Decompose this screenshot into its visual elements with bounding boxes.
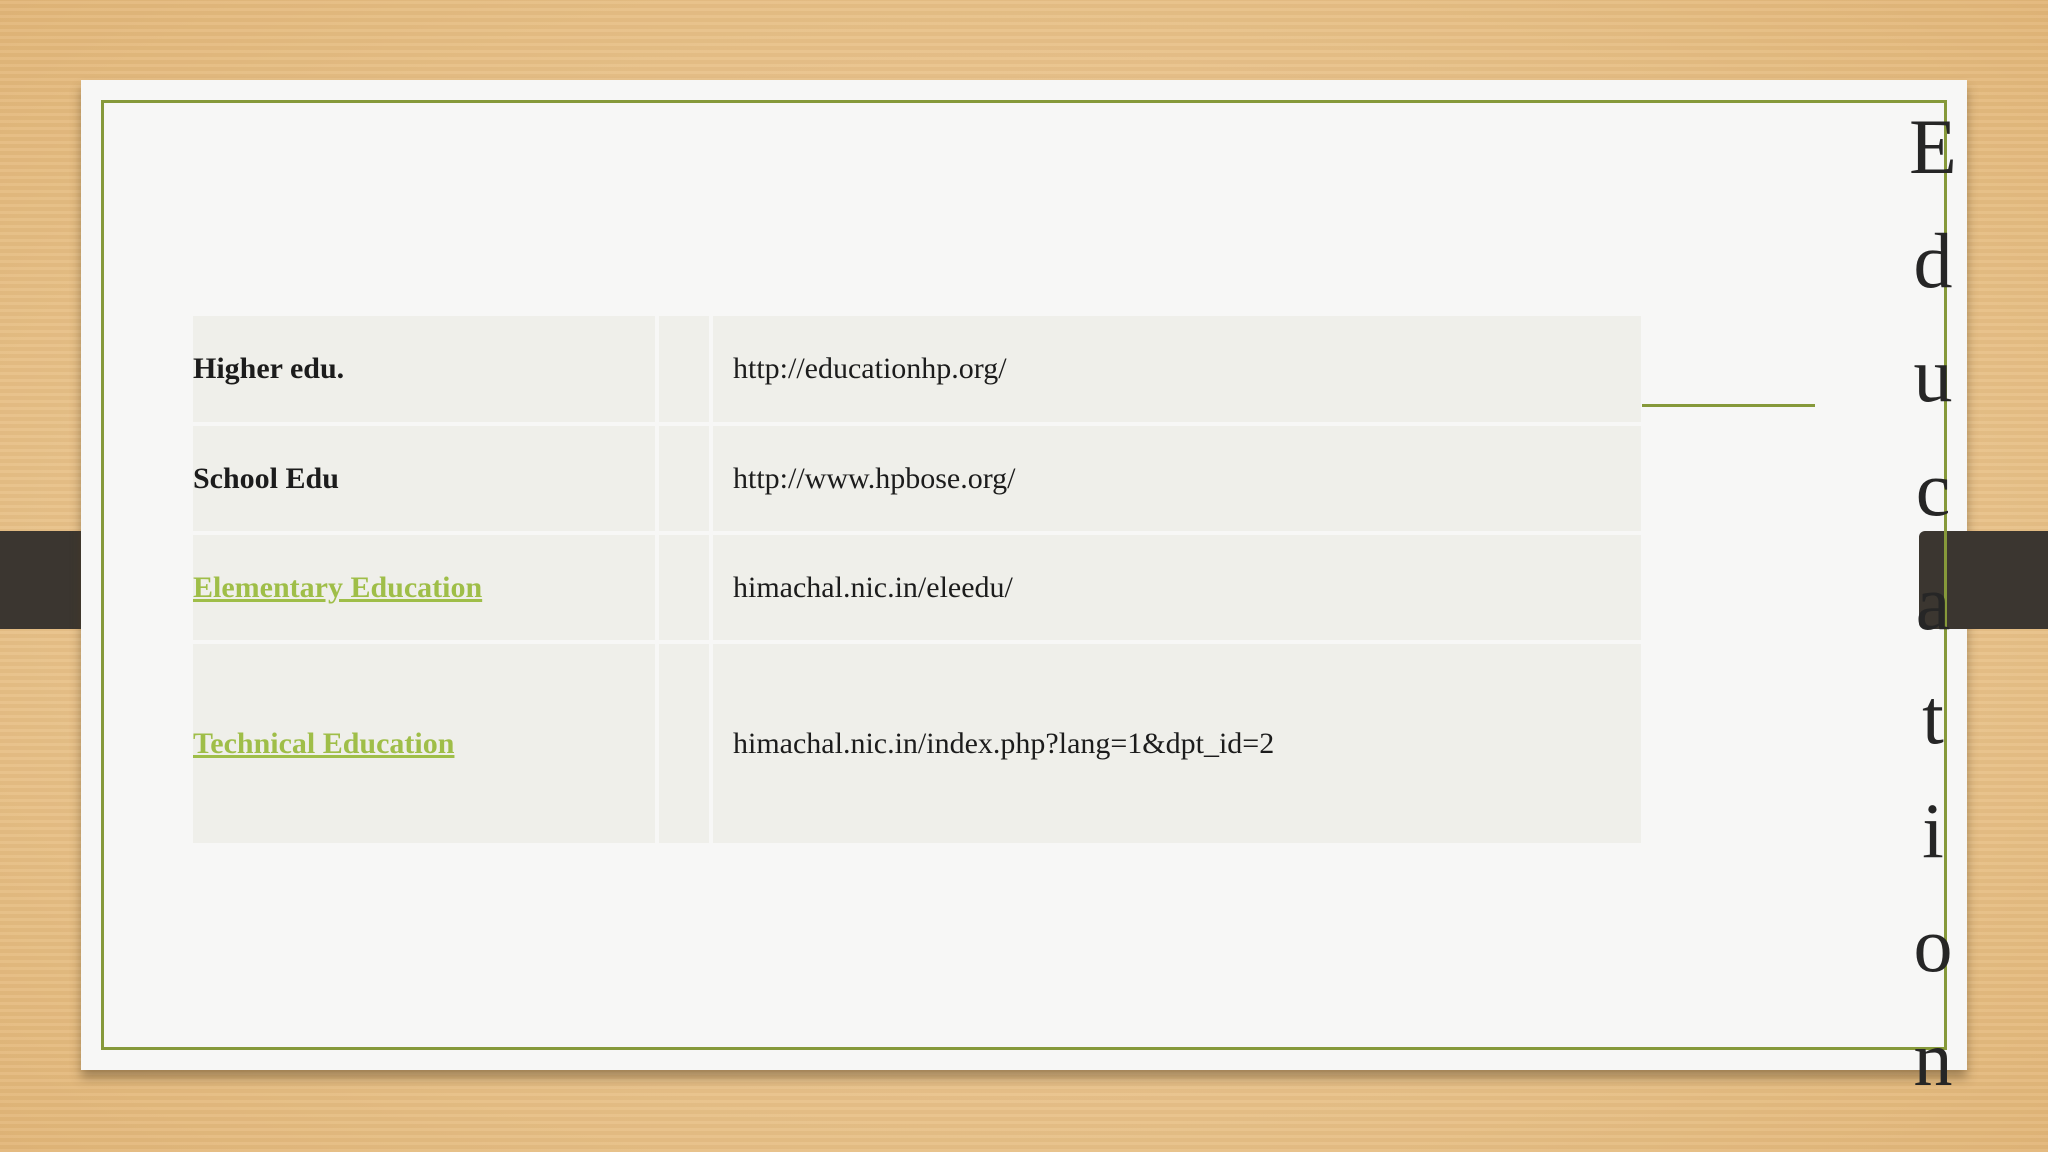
row-2-label: School Edu: [193, 426, 655, 531]
row-3-url: himachal.nic.in/eleedu/: [713, 535, 1641, 640]
row-4-spacer: [659, 644, 709, 843]
row-3-spacer: [659, 535, 709, 640]
title-letter: t: [1922, 673, 1944, 760]
title-letter: o: [1913, 901, 1953, 988]
row-1-label: Higher edu.: [193, 316, 655, 422]
row-3-label: Elementary Education: [193, 535, 655, 640]
title-letter: u: [1913, 331, 1953, 418]
title-letter: E: [1909, 103, 1957, 190]
technical-education-link[interactable]: Technical Education: [193, 727, 454, 761]
title-letter: d: [1913, 217, 1953, 304]
title-letter: a: [1915, 559, 1951, 646]
row-2-spacer: [659, 426, 709, 531]
row-4-label: Technical Education: [193, 644, 655, 843]
row-2-url: http://www.hpbose.org/: [713, 426, 1641, 531]
accent-line: [1642, 404, 1815, 407]
education-links-table: Higher edu. http://educationhp.org/ Scho…: [193, 316, 1641, 843]
row-1-spacer: [659, 316, 709, 422]
title-letter: n: [1913, 1015, 1953, 1102]
row-1-url: http://educationhp.org/: [713, 316, 1641, 422]
title-letter: c: [1915, 445, 1951, 532]
title-letter: i: [1922, 787, 1944, 874]
row-4-url: himachal.nic.in/index.php?lang=1&dpt_id=…: [713, 644, 1641, 843]
elementary-education-link[interactable]: Elementary Education: [193, 571, 482, 605]
slide-title-vertical: E d u c a t i o n: [1900, 90, 1966, 1116]
